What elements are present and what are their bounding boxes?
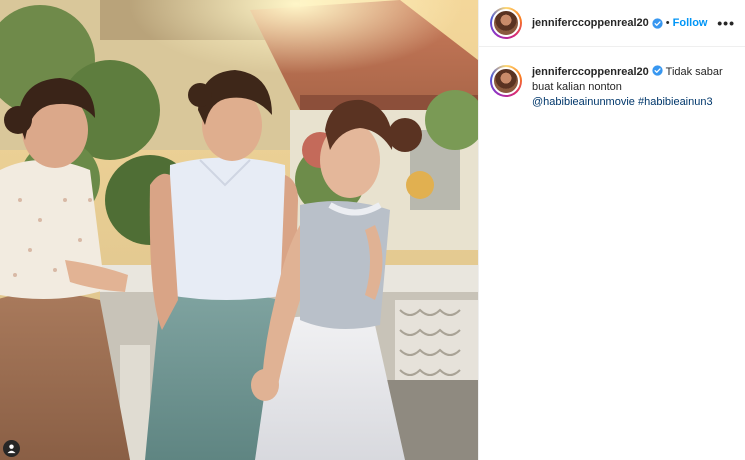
- post-side-panel: jenniferccoppenreal20 • Follow ••• jenni…: [478, 0, 745, 460]
- more-options-icon[interactable]: •••: [717, 16, 735, 30]
- caption-hashtag-link[interactable]: #habibieainun3: [638, 96, 713, 108]
- separator-dot: •: [665, 17, 670, 29]
- verified-badge-icon: [652, 17, 663, 29]
- post-header: jenniferccoppenreal20 • Follow •••: [479, 0, 745, 47]
- post-photo[interactable]: [0, 0, 478, 460]
- caption-body: jenniferccoppenreal20 Tidak sabar buat k…: [532, 65, 732, 110]
- caption: jenniferccoppenreal20 Tidak sabar buat k…: [479, 47, 745, 110]
- user-tag-icon[interactable]: [3, 440, 20, 457]
- post-image: [0, 0, 478, 460]
- post-username[interactable]: jenniferccoppenreal20: [532, 17, 649, 29]
- caption-username[interactable]: jenniferccoppenreal20: [532, 66, 649, 78]
- avatar[interactable]: [490, 7, 522, 39]
- verified-badge-icon: [652, 65, 663, 76]
- instagram-post: jenniferccoppenreal20 • Follow ••• jenni…: [0, 0, 745, 460]
- caption-mention-link[interactable]: @habibieainunmovie: [532, 96, 635, 108]
- follow-button[interactable]: Follow: [673, 17, 708, 29]
- caption-avatar[interactable]: [490, 65, 522, 97]
